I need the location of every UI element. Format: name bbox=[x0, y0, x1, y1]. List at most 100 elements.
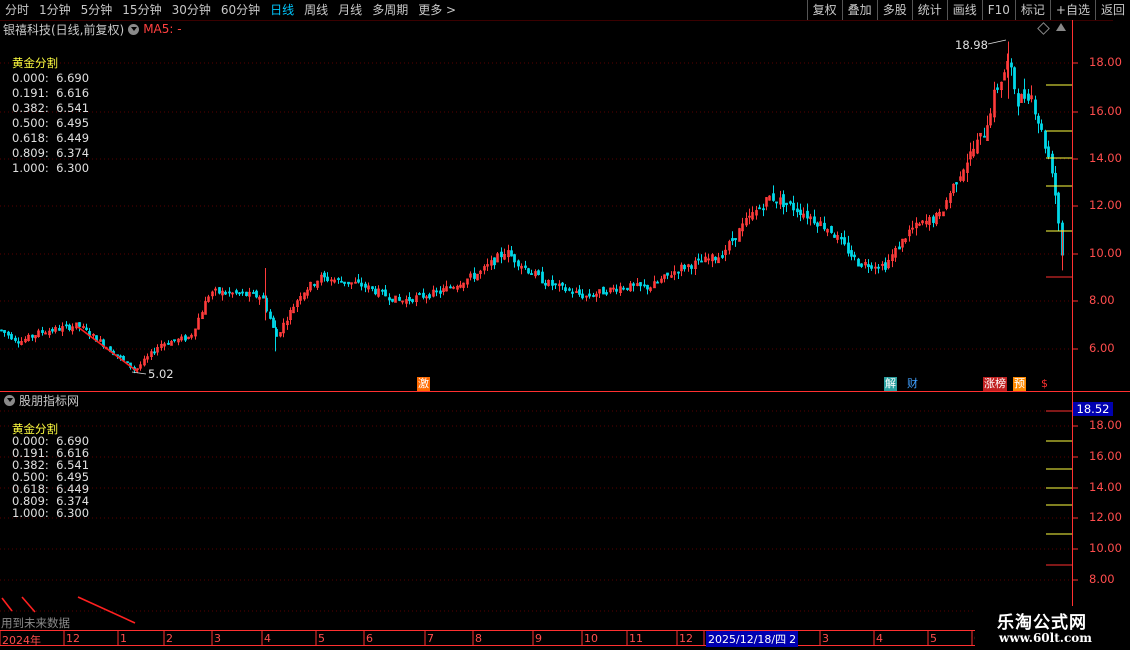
candle-body bbox=[255, 290, 258, 298]
candle-body bbox=[388, 297, 391, 301]
x-month-5: 5 bbox=[318, 632, 325, 645]
candle-body bbox=[340, 280, 343, 283]
x-month-7: 7 bbox=[427, 632, 434, 645]
candle-body bbox=[252, 292, 255, 294]
candle-body bbox=[398, 296, 401, 301]
candle-body bbox=[313, 284, 316, 286]
cursor-month: 2 bbox=[789, 633, 797, 646]
candle-body bbox=[68, 324, 71, 331]
x-month-15: 5 bbox=[930, 632, 937, 645]
candle-body bbox=[877, 266, 880, 269]
candle-body bbox=[0, 329, 3, 332]
candle-body bbox=[391, 298, 394, 302]
candle-body bbox=[173, 339, 176, 342]
y-label-main-5: 8.00 bbox=[1089, 293, 1115, 307]
candle-body bbox=[517, 260, 520, 267]
candle-body bbox=[510, 250, 513, 257]
tag-cai[interactable]: 财 bbox=[906, 377, 919, 391]
year-label: 2024年 bbox=[2, 634, 41, 647]
candle-body bbox=[224, 291, 227, 295]
y-label-sub-0: 18.00 bbox=[1089, 418, 1122, 432]
candle-body bbox=[337, 278, 340, 280]
candle-body bbox=[806, 210, 809, 219]
x-month-8: 8 bbox=[475, 632, 482, 645]
collapse-icon[interactable] bbox=[1056, 23, 1066, 31]
kline-chart[interactable] bbox=[0, 0, 1130, 650]
candle-body bbox=[568, 288, 571, 291]
candle-body bbox=[690, 265, 693, 269]
y-label-sub-5: 8.00 bbox=[1089, 572, 1115, 586]
candle-body bbox=[537, 270, 540, 275]
candle-body bbox=[3, 330, 6, 333]
candle-body bbox=[898, 246, 901, 250]
candle-body bbox=[843, 237, 846, 245]
candle-body bbox=[184, 335, 187, 341]
future-mark bbox=[21, 596, 36, 613]
candle-body bbox=[578, 289, 581, 295]
candle-body bbox=[932, 216, 935, 223]
candle-body bbox=[343, 281, 346, 284]
candle-body bbox=[646, 284, 649, 290]
candle-body bbox=[983, 135, 986, 138]
chevron-down-icon[interactable] bbox=[4, 394, 15, 406]
candle-body bbox=[1037, 115, 1040, 124]
candle-body bbox=[7, 331, 10, 336]
x-month-10: 10 bbox=[584, 632, 598, 645]
tag-yu[interactable]: 预 bbox=[1013, 377, 1026, 391]
y-label-sub-1: 16.00 bbox=[1089, 449, 1122, 463]
candle-body bbox=[357, 279, 360, 283]
low-price-label: 5.02 bbox=[148, 367, 174, 381]
golden-sub-level-6: 1.000: 6.300 bbox=[12, 506, 90, 520]
y-label-main-6: 6.00 bbox=[1089, 341, 1115, 355]
candle-body bbox=[860, 263, 863, 267]
candle-body bbox=[833, 234, 836, 238]
candle-body bbox=[775, 201, 778, 204]
candle-body bbox=[602, 286, 605, 295]
candle-body bbox=[622, 287, 625, 290]
candle-body bbox=[530, 273, 533, 275]
candle-body bbox=[867, 264, 870, 268]
tag-zhangbang[interactable]: 涨榜 bbox=[983, 377, 1007, 391]
candle-body bbox=[666, 272, 669, 276]
candle-body bbox=[1057, 192, 1060, 224]
candle-body bbox=[31, 334, 34, 338]
candle-body bbox=[1013, 67, 1016, 90]
candle-body bbox=[955, 182, 958, 185]
candle-body bbox=[524, 265, 527, 268]
candle-body bbox=[435, 290, 438, 293]
candle-body bbox=[731, 238, 734, 242]
candle-body bbox=[418, 293, 421, 295]
candle-body bbox=[677, 271, 680, 274]
x-month-14: 4 bbox=[876, 632, 883, 645]
candle-body bbox=[364, 283, 367, 288]
candle-body bbox=[632, 283, 635, 286]
tag-dollar[interactable]: $ bbox=[1040, 377, 1049, 391]
watermark-url: www.60lt.com bbox=[999, 631, 1092, 645]
candle-body bbox=[796, 208, 799, 213]
candle-body bbox=[119, 355, 122, 358]
candle-body bbox=[408, 297, 411, 301]
x-month-12: 12 bbox=[679, 632, 693, 645]
y-label-main-1: 16.00 bbox=[1089, 104, 1122, 118]
tag-ji[interactable]: 激 bbox=[417, 377, 430, 391]
candle-body bbox=[58, 328, 61, 331]
candle-body bbox=[830, 226, 833, 233]
candle-body bbox=[1044, 130, 1047, 149]
tag-jie[interactable]: 解 bbox=[884, 377, 897, 391]
candle-body bbox=[785, 202, 788, 206]
candle-body bbox=[384, 289, 387, 297]
candle-body bbox=[65, 324, 68, 327]
x-month-13: 3 bbox=[822, 632, 829, 645]
candle-body bbox=[41, 330, 44, 333]
candle-body bbox=[17, 341, 20, 344]
candle-body bbox=[347, 281, 350, 285]
candle-body bbox=[592, 295, 595, 297]
candle-body bbox=[374, 288, 377, 295]
candle-body bbox=[10, 334, 13, 340]
golden-level-1: 0.191: 6.616 bbox=[12, 86, 90, 100]
candle-body bbox=[996, 87, 999, 90]
candle-body bbox=[1040, 123, 1043, 130]
candle-body bbox=[449, 286, 452, 289]
candle-body bbox=[758, 207, 761, 210]
candle-body bbox=[847, 242, 850, 254]
